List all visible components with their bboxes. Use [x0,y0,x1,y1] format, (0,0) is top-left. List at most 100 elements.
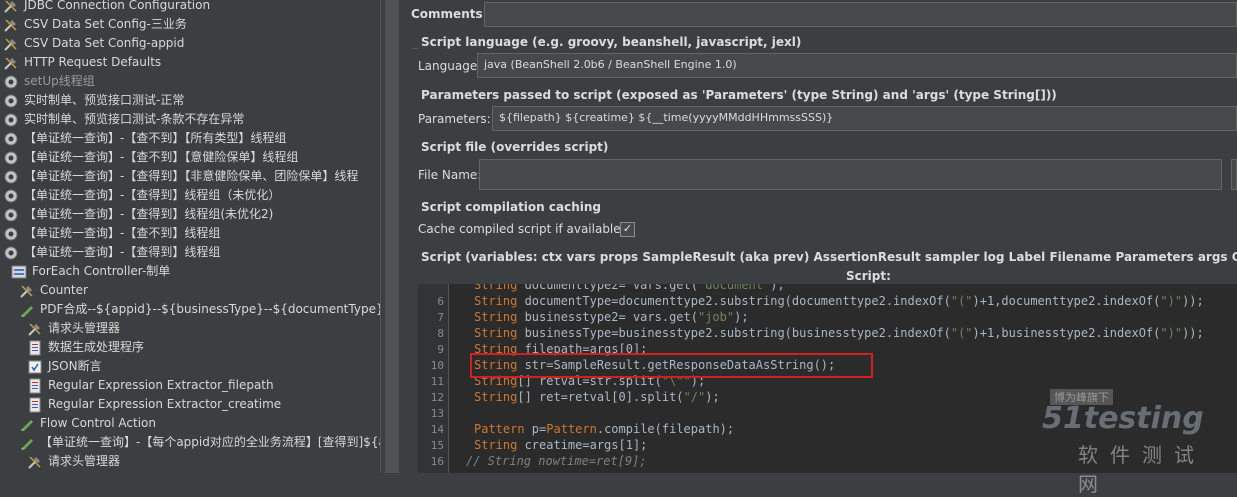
file-name-label: File Name: [418,168,482,182]
line-number: 12 [430,391,444,404]
tree-node-label: ForEach Controller-制单 [32,264,171,278]
parameters-label: Parameters: [418,112,491,126]
highlight-box [470,353,873,378]
tree-node[interactable]: Regular Expression Extractor_creatime [26,395,281,414]
language-label: Language: [418,59,482,73]
gear-icon [2,168,20,186]
tree-node-label: 数据生成处理程序 [48,340,145,354]
script-group-title: Script (variables: ctx vars props Sample… [421,250,1237,264]
gear-icon [2,206,20,224]
tree-node[interactable]: HTTP Request Defaults [2,53,161,72]
line-number: 11 [430,375,444,388]
tree-node[interactable]: 实时制单、预览接口测试-条款不存在异常 [2,110,244,129]
tree-node-label: 【单证统一查询】-【查不到】【所有类型】线程组 [24,131,287,145]
tree-node[interactable]: PDF合成--${appid}--${businessType}--${docu… [18,300,380,319]
wrench-icon [2,54,20,72]
tree-node-label: JSON断言 [48,359,102,373]
tree-node-label: 【单证统一查询】-【查得到】线程组（未优化） [24,188,281,202]
json-icon [26,358,44,376]
tree-node-label: CSV Data Set Config-appid [24,36,185,50]
tree-node-label: 请求头管理器 [48,321,121,335]
cache-label: Cache compiled script if available: [418,222,625,236]
tree-node[interactable]: 【单证统一查询】-【查得到】【非意健险保单、团险保单】线程 [2,167,358,186]
tree-node-label: PDF合成--${appid}--${businessType}--${docu… [40,302,380,316]
tree-node-label: setUp线程组 [24,74,95,88]
tree-node[interactable]: setUp线程组 [2,72,95,91]
comments-field[interactable] [484,2,1237,27]
gear-icon [2,187,20,205]
code-line[interactable]: String creatime=args[1]; [474,438,647,452]
line-number: 8 [437,327,444,340]
pencil-icon [18,415,36,433]
tree-node-label: HTTP Request Defaults [24,55,162,69]
tree-node[interactable]: 实时制单、预览接口测试-正常 [2,91,184,110]
gear-icon [2,111,20,129]
browse-button[interactable] [1231,159,1237,190]
pencil-icon [18,301,36,319]
tree-node[interactable]: 【单证统一查询】-【查不到】线程组 [2,224,220,243]
parameters-field[interactable]: ${filepath} ${creatime} ${__time(yyyyMMd… [492,106,1237,131]
line-number: 13 [430,407,444,420]
tree-node-label: JDBC Connection Configuration [24,0,211,12]
tree-node[interactable]: 请求头管理器 [26,319,120,338]
language-select[interactable]: java (BeanShell 2.0b6 / BeanShell Engine… [477,53,1237,78]
tree-node-label: Flow Control Action [40,416,156,430]
line-number: 9 [437,343,444,356]
tree-node[interactable]: JSON断言 [26,357,102,376]
tree-node[interactable]: 【单证统一查询】-【查得到】线程组 [2,243,220,262]
gear-icon [2,244,20,262]
comments-label: Comments: [411,7,488,21]
tree-node[interactable]: 数据生成处理程序 [26,338,144,357]
foreach-icon [10,263,28,281]
tree-node[interactable]: 请求头管理器 [26,452,120,471]
code-line[interactable]: String documenttype2= vars.get("document… [474,284,785,292]
code-line[interactable]: String businessType=businesstype2.substr… [474,326,1204,340]
tree-node[interactable]: 【单证统一查询】-【查得到】线程组(未优化2) [2,205,273,224]
file-name-field[interactable] [479,159,1222,190]
tree-node[interactable]: 【单证统一查询】-【每个appid对应的全业务流程】[查得到]${a [18,433,380,452]
tree-node[interactable]: Flow Control Action [18,414,156,433]
tree-node[interactable]: 【单证统一查询】-【查得到】线程组（未优化） [2,186,280,205]
line-number: 7 [437,311,444,324]
gear-icon [2,92,20,110]
tree-node[interactable]: Regular Expression Extractor_filepath [26,376,274,395]
watermark: 博为峰旗下 51testing 软件测试网 [1042,389,1227,496]
tree-node[interactable]: 【单证统一查询】-【查不到】【意健险保单】线程组 [2,148,298,167]
tree-node-label: 【单证统一查询】-【查得到】线程组 [24,245,221,259]
line-number: 16 [430,455,444,468]
wrench-icon [2,0,20,15]
tree-node[interactable]: Counter [18,281,88,300]
tree-node[interactable]: CSV Data Set Config-appid [2,34,184,53]
wrench-icon [2,16,20,34]
script-icon [26,377,44,395]
code-line[interactable]: Pattern p=Pattern.compile(filepath); [474,422,734,436]
tree-node-label: 【单证统一查询】-【查得到】【非意健险保单、团险保单】线程 [24,169,359,183]
tree-node[interactable]: CSV Data Set Config-三业务 [2,15,187,34]
cache-checkbox[interactable]: ✓ [620,222,635,237]
code-line[interactable]: String[] ret=retval[0].split("/"); [474,390,720,404]
wrench-icon [26,320,44,338]
code-line[interactable]: String businesstype2= vars.get("job"); [474,310,749,324]
scrollbar-thumb[interactable] [385,0,399,473]
tree-node-label: 实时制单、预览接口测试-条款不存在异常 [24,112,245,126]
script-label: Script: [846,269,891,283]
tree-node-label: 【单证统一查询】-【查得到】线程组(未优化2) [24,207,274,221]
cache-group-title: Script compilation caching [421,200,601,214]
tree-scrollbar[interactable] [380,0,406,473]
tree-node-label: Regular Expression Extractor_creatime [48,397,282,411]
wrench-icon [26,453,44,471]
tree-node[interactable]: 【单证统一查询】-【查不到】【所有类型】线程组 [2,129,286,148]
code-line[interactable]: // String nowtime=ret[9]; [466,454,647,468]
tree-node-label: 实时制单、预览接口测试-正常 [24,93,185,107]
tree-node[interactable]: ForEach Controller-制单 [10,262,170,281]
gear-icon [2,225,20,243]
tree-node-label: CSV Data Set Config-三业务 [24,17,187,31]
code-line[interactable]: String documentType=documenttype2.substr… [474,294,1204,308]
script-icon [26,339,44,357]
watermark-brand: 51testing [1042,401,1204,436]
script-icon [26,396,44,414]
tree-node-label: Counter [40,283,88,297]
line-number: 15 [430,439,444,452]
tree-node[interactable]: JDBC Connection Configuration [2,0,210,15]
tree-node-label: 【单证统一查询】-【每个appid对应的全业务流程】[查得到]${a [40,435,380,449]
